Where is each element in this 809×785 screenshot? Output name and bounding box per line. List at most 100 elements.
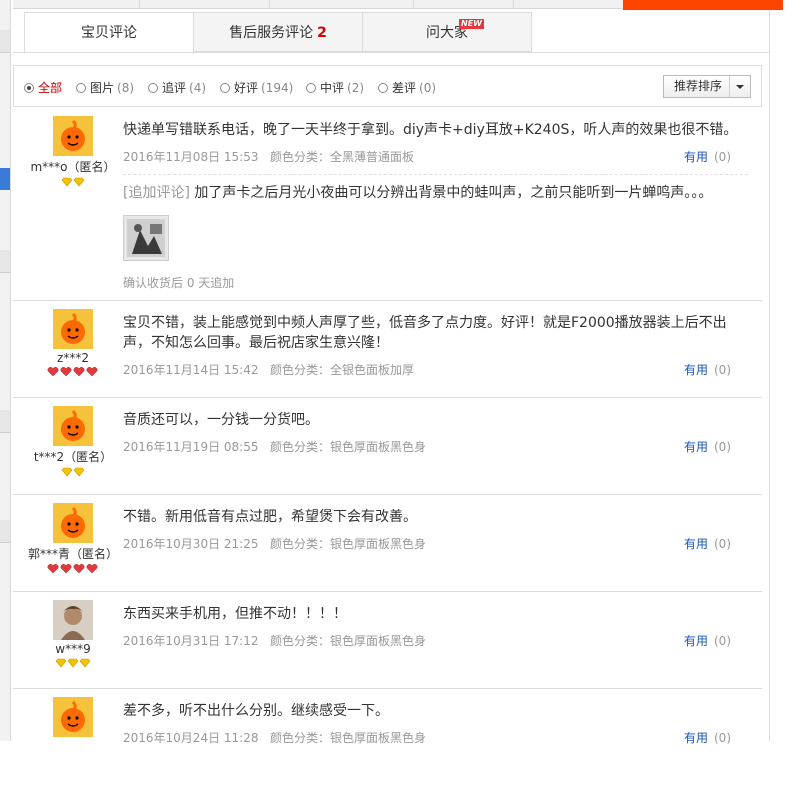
left-edge-active-tab[interactable] <box>0 168 10 190</box>
reviewer: t***2（匿名） <box>23 406 123 477</box>
radio-icon[interactable] <box>378 83 388 93</box>
left-edge-tab[interactable] <box>0 250 10 273</box>
useful-button[interactable]: 有用 (0) <box>684 535 731 552</box>
default-avatar-icon[interactable] <box>53 503 93 543</box>
useful-count: (0) <box>714 363 731 377</box>
chevron-down-icon[interactable] <box>729 76 750 97</box>
useful-label[interactable]: 有用 <box>684 150 708 164</box>
filter-label: 差评 <box>392 81 417 95</box>
radio-icon[interactable] <box>306 83 316 93</box>
radio-icon[interactable] <box>24 83 34 93</box>
useful-label[interactable]: 有用 <box>684 634 708 648</box>
review-content: 东西买来手机用，但推不动！！！！ 2016年10月31日 17:12 颜色分类：… <box>123 604 748 648</box>
tab-label: 宝贝评论 <box>81 25 137 41</box>
review-content: 宝贝不错，装上能感觉到中频人声厚了些，低音多了点力度。好评！就是F2000播放器… <box>123 313 748 377</box>
filter-neutral[interactable]: 中评 (2) <box>306 79 364 96</box>
review-content: 差不多，听不出什么分别。继续感受一下。 2016年10月24日 11:28 颜色… <box>123 701 748 745</box>
filter-images[interactable]: 图片 (8) <box>76 79 134 96</box>
default-avatar-icon[interactable] <box>53 697 93 737</box>
useful-label[interactable]: 有用 <box>684 537 708 551</box>
filter-count: (194) <box>261 81 294 95</box>
sort-label: 推荐排序 <box>674 79 723 93</box>
reviewer-name: 郭***青（匿名） <box>27 547 118 561</box>
review-text: 不错。新用低音有点过肥，希望煲下会有改善。 <box>123 509 417 525</box>
tab-after-sales[interactable]: 售后服务评论 2 <box>193 12 363 52</box>
useful-button[interactable]: 有用 (0) <box>684 729 731 746</box>
review-meta: 2016年10月30日 21:25 颜色分类：银色厚面板黑色身 有用 (0) <box>123 535 748 551</box>
append-text: 加了声卡之后月光小夜曲可以分辨出背景中的蛙叫声，之前只能听到一片蝉鸣声。。。 <box>194 185 713 201</box>
radio-icon[interactable] <box>76 83 86 93</box>
filter-label: 追评 <box>162 81 187 95</box>
reviewer: m***o（匿名） <box>23 116 123 187</box>
diamond-icon <box>61 467 85 477</box>
user-photo-avatar[interactable] <box>53 600 93 640</box>
filter-count: (8) <box>117 81 135 95</box>
append-tag: [追加评论] <box>123 185 190 201</box>
tab-count-badge: 2 <box>317 25 327 41</box>
useful-count: (0) <box>714 440 731 454</box>
filter-count: (2) <box>347 81 365 95</box>
review-date: 2016年11月08日 15:53 <box>123 150 259 164</box>
reviewer-level <box>23 658 123 668</box>
useful-label[interactable]: 有用 <box>684 731 708 745</box>
review-item: w***9 东西买来手机用，但推不动！！！！ 2016年10月31日 17:12… <box>13 592 762 689</box>
left-edge-tab[interactable] <box>0 520 10 543</box>
review-sku: 颜色分类：银色厚面板黑色身 <box>270 634 427 648</box>
diamond-icon <box>61 177 85 187</box>
sort-dropdown[interactable]: 推荐排序 <box>663 75 751 98</box>
review-item: z***2 宝贝不错，装上能感觉到中频人声厚了些，低音多了点力度。好评！就是F2… <box>13 301 762 398</box>
top-nav-strip <box>13 0 783 10</box>
filter-negative[interactable]: 差评 (0) <box>378 79 436 96</box>
review-item: t***2（匿名） 音质还可以，一分钱一分货吧。 2016年11月19日 08:… <box>13 398 762 495</box>
tab-item-reviews[interactable]: 宝贝评论 <box>24 12 194 54</box>
tab-underline <box>13 52 769 53</box>
default-avatar-icon[interactable] <box>53 309 93 349</box>
filter-all[interactable]: 全部 <box>24 79 62 96</box>
review-meta: 2016年11月14日 15:42 颜色分类：全银色面板加厚 有用 (0) <box>123 361 748 377</box>
append-review: [追加评论] 加了声卡之后月光小夜曲可以分辨出背景中的蛙叫声，之前只能听到一片蝉… <box>123 174 748 203</box>
top-nav-divider <box>513 0 514 8</box>
filter-count: (4) <box>189 81 207 95</box>
top-nav-divider <box>269 0 270 8</box>
new-badge: NEW <box>459 19 484 29</box>
review-sku: 颜色分类：银色厚面板黑色身 <box>270 731 427 745</box>
reviewer-name: m***o（匿名） <box>30 160 116 174</box>
reviewer-level <box>23 367 123 377</box>
filter-positive[interactable]: 好评 (194) <box>220 79 293 96</box>
useful-count: (0) <box>714 634 731 648</box>
filter-count: (0) <box>419 81 437 95</box>
useful-label[interactable]: 有用 <box>684 363 708 377</box>
useful-button[interactable]: 有用 (0) <box>684 361 731 378</box>
reviewer-level <box>23 177 123 187</box>
review-sku: 颜色分类：全黑薄普通面板 <box>270 150 415 164</box>
top-nav-orange-bar[interactable] <box>623 0 783 10</box>
useful-button[interactable]: 有用 (0) <box>684 438 731 455</box>
review-sku: 颜色分类：银色厚面板黑色身 <box>270 537 427 551</box>
default-avatar-icon[interactable] <box>53 406 93 446</box>
content-right-border <box>769 0 770 741</box>
left-edge-panel <box>0 0 11 741</box>
radio-icon[interactable] <box>220 83 230 93</box>
review-date: 2016年10月31日 17:12 <box>123 634 259 648</box>
left-edge-tab[interactable] <box>0 30 10 53</box>
review-date: 2016年11月14日 15:42 <box>123 363 259 377</box>
filter-bar: 全部 图片 (8) 追评 (4) 好评 (194) 中评 (2) 差评 (0) 推荐排序 <box>13 65 762 107</box>
review-content: 快递单写错联系电话，晚了一天半终于拿到。diy声卡+diy耳放+K240S，听人… <box>123 120 748 291</box>
useful-label[interactable]: 有用 <box>684 440 708 454</box>
review-text: 快递单写错联系电话，晚了一天半终于拿到。diy声卡+diy耳放+K240S，听人… <box>123 122 738 138</box>
tab-label: 售后服务评论 <box>229 25 314 41</box>
left-edge-tab[interactable] <box>0 410 10 433</box>
useful-button[interactable]: 有用 (0) <box>684 632 731 649</box>
default-avatar-icon[interactable] <box>53 116 93 156</box>
review-meta: 2016年11月19日 08:55 颜色分类：银色厚面板黑色身 有用 (0) <box>123 438 748 454</box>
filter-follow-up[interactable]: 追评 (4) <box>148 79 206 96</box>
tab-ask-everyone[interactable]: 问大家 NEW <box>362 12 532 52</box>
review-photo-thumbnail[interactable] <box>123 215 169 261</box>
useful-button[interactable]: 有用 (0) <box>684 148 731 165</box>
review-sku: 颜色分类：银色厚面板黑色身 <box>270 440 427 454</box>
useful-count: (0) <box>714 537 731 551</box>
review-text: 东西买来手机用，但推不动！！！！ <box>123 606 347 622</box>
useful-count: (0) <box>714 150 731 164</box>
useful-count: (0) <box>714 731 731 745</box>
radio-icon[interactable] <box>148 83 158 93</box>
